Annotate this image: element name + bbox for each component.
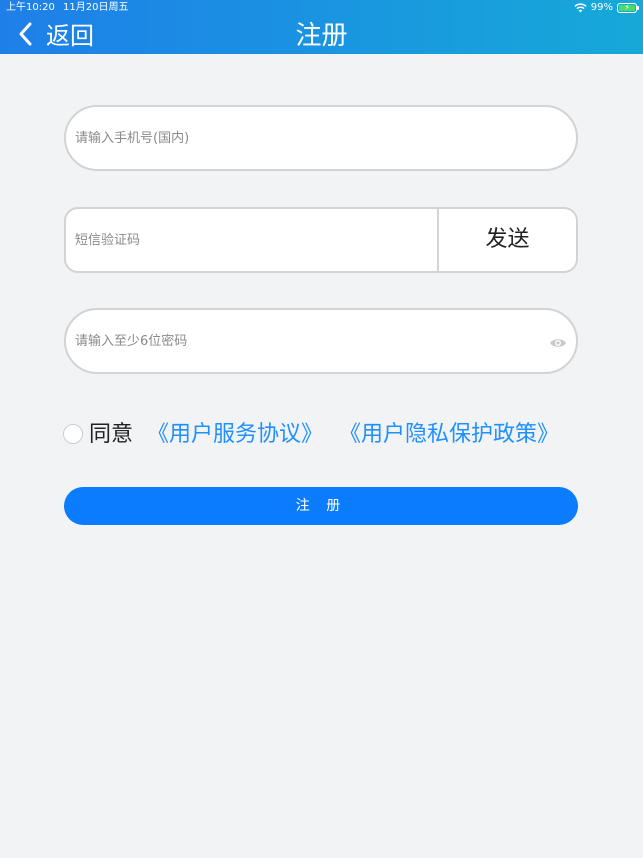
battery-cap	[637, 6, 639, 10]
sms-code-input[interactable]	[75, 209, 425, 271]
sms-code-field: 发送	[64, 207, 578, 273]
status-bar: 上午10:20 11月20日周五 99% ⚡	[0, 0, 643, 16]
phone-input[interactable]	[75, 107, 535, 169]
send-code-button[interactable]: 发送	[439, 209, 576, 271]
battery-icon: ⚡	[617, 3, 639, 13]
wifi-icon	[574, 3, 587, 13]
status-time: 上午10:20	[6, 2, 55, 13]
page-title: 注册	[295, 21, 348, 51]
agree-label: 同意	[89, 422, 134, 447]
password-input[interactable]	[75, 310, 535, 372]
agree-radio[interactable]	[63, 424, 83, 444]
eye-icon[interactable]	[549, 337, 567, 349]
privacy-link[interactable]: 《用户隐私保护政策》	[339, 416, 559, 448]
status-right: 99% ⚡	[574, 0, 639, 16]
register-button[interactable]: 注 册	[64, 487, 578, 525]
agreement-row: 同意 《用户服务协议》 《用户隐私保护政策》	[63, 414, 559, 450]
status-date: 11月20日周五	[63, 2, 129, 13]
terms-link[interactable]: 《用户服务协议》	[147, 416, 323, 448]
password-field	[64, 308, 578, 374]
battery-bolt-icon: ⚡	[624, 3, 630, 12]
phone-field	[64, 105, 578, 171]
navigation-bar: 上午10:20 11月20日周五 99% ⚡ 返回 注册	[0, 0, 643, 54]
battery-percent: 99%	[590, 2, 613, 13]
